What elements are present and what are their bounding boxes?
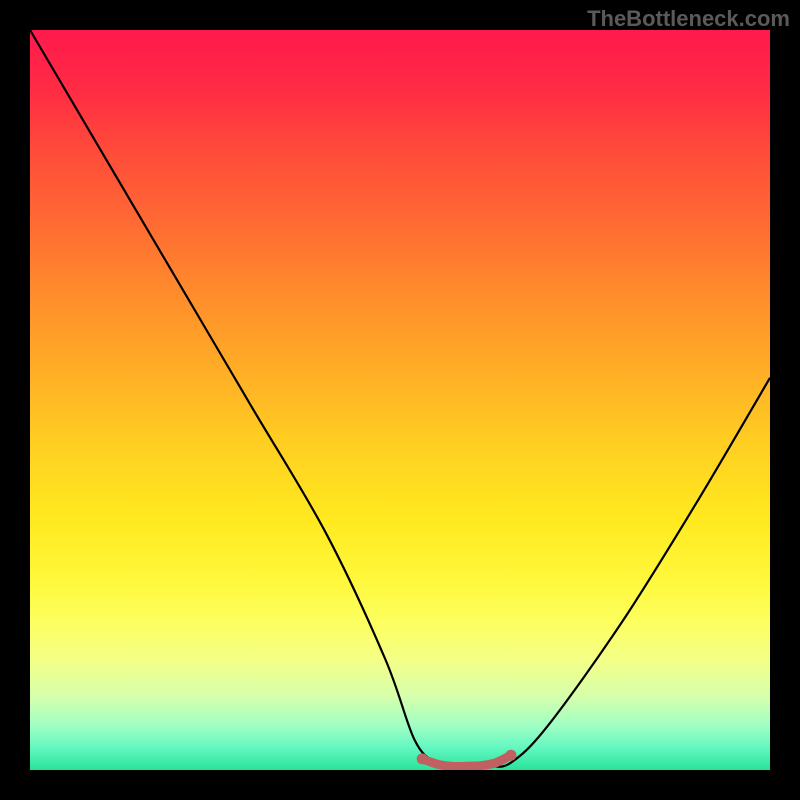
plot-area (30, 30, 770, 770)
optimal-band-endpoint (417, 753, 428, 764)
chart-container: TheBottleneck.com (0, 0, 800, 800)
watermark-text: TheBottleneck.com (587, 6, 790, 32)
curve-svg (30, 30, 770, 770)
bottleneck-curve-line (30, 30, 770, 767)
optimal-band-endpoint (506, 750, 517, 761)
optimal-band-line (422, 755, 511, 766)
